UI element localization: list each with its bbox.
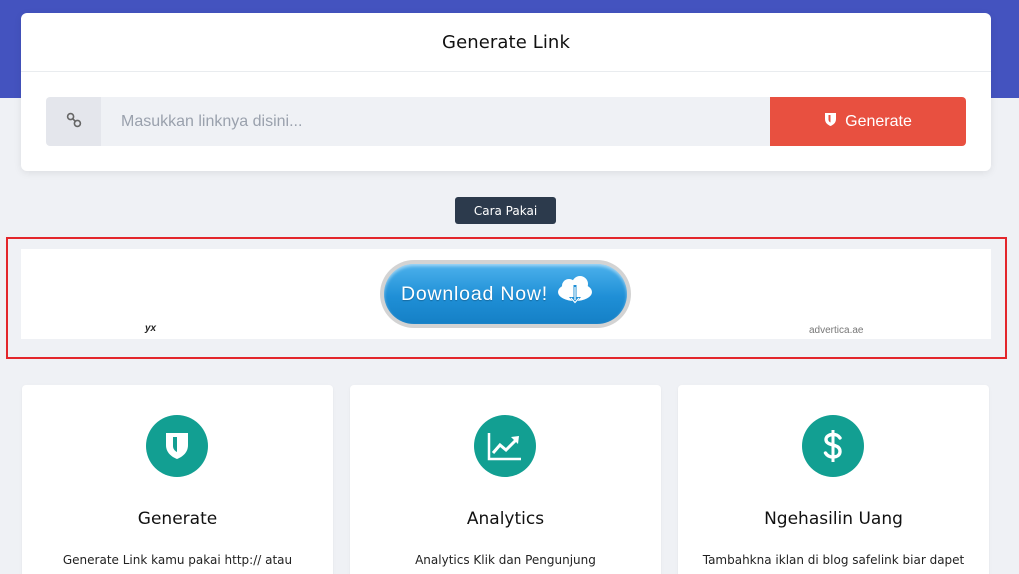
feature-description: Generate Link kamu pakai http:// atau — [62, 553, 293, 567]
generate-button-label: Generate — [845, 112, 912, 130]
feature-description: Analytics Klik dan Pengunjung — [415, 553, 596, 567]
shield-icon — [824, 112, 837, 132]
feature-title: Analytics — [466, 509, 545, 529]
ad-banner[interactable]: Download Now! yx advertica.ae — [21, 249, 991, 339]
analytics-chart-icon — [474, 415, 536, 477]
cloud-download-icon — [554, 275, 596, 313]
how-to-use-button[interactable]: Cara Pakai — [455, 197, 556, 224]
generate-link-card: Generate Link Generate — [21, 13, 991, 171]
card-header: Generate Link — [21, 13, 991, 72]
download-now-button[interactable]: Download Now! — [380, 260, 631, 328]
link-input[interactable] — [101, 97, 770, 146]
feature-card-analytics: Analytics Analytics Klik dan Pengunjung — [350, 385, 661, 574]
ad-network-mark: yx — [145, 323, 157, 334]
dollar-icon — [802, 415, 864, 477]
download-button-label: Download Now! — [401, 282, 548, 305]
ad-source-label[interactable]: advertica.ae — [809, 325, 863, 336]
download-button-face: Download Now! — [384, 264, 627, 324]
feature-title: Ngehasilin Uang — [764, 509, 903, 529]
card-title: Generate Link — [442, 31, 570, 53]
feature-description: Tambahkna iklan di blog safelink biar da… — [702, 553, 965, 567]
shield-icon — [146, 415, 208, 477]
link-input-group: Generate — [46, 97, 966, 146]
feature-title: Generate — [137, 509, 218, 529]
link-addon — [46, 97, 101, 146]
generate-button[interactable]: Generate — [770, 97, 966, 146]
feature-card-earnings: Ngehasilin Uang Tambahkna iklan di blog … — [678, 385, 989, 574]
feature-card-generate: Generate Generate Link kamu pakai http:/… — [22, 385, 333, 574]
link-icon — [66, 112, 82, 132]
